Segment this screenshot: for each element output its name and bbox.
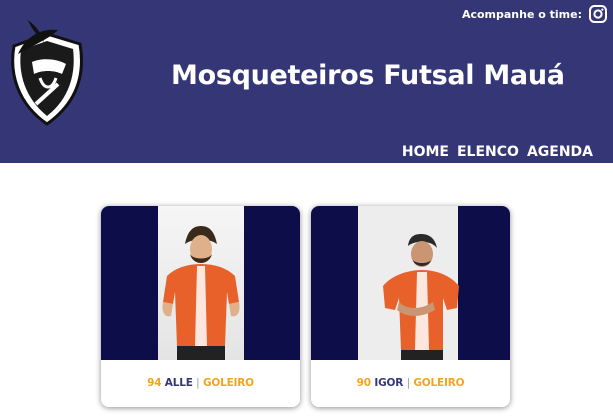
player-card[interactable]: 90 IGOR | GOLEIRO (311, 206, 510, 407)
player-caption: 90 IGOR | GOLEIRO (311, 360, 510, 407)
instagram-icon[interactable] (589, 5, 607, 23)
player-card[interactable]: 94 ALLE | GOLEIRO (101, 206, 300, 407)
caption-separator: | (406, 377, 411, 389)
caption-separator: | (196, 377, 200, 389)
player-caption: 94 ALLE | GOLEIRO (101, 360, 300, 407)
follow-label: Acompanhe o time: (461, 8, 582, 21)
nav-home[interactable]: HOME (402, 143, 449, 161)
main-nav: HOME ELENCO AGENDA (402, 143, 593, 161)
nav-elenco[interactable]: ELENCO (457, 143, 519, 161)
player-name: IGOR (374, 377, 404, 389)
player-name: ALLE (164, 377, 193, 389)
player-position: GOLEIRO (413, 377, 465, 389)
nav-agenda[interactable]: AGENDA (527, 143, 593, 161)
site-header: Acompanhe o time: Mosqueteiros Futsal Ma… (0, 0, 613, 163)
player-position: GOLEIRO (202, 377, 254, 389)
player-number: 90 (356, 377, 371, 389)
player-photo (101, 206, 300, 360)
player-number: 94 (147, 377, 162, 389)
team-logo[interactable] (6, 18, 88, 128)
site-title: Mosqueteiros Futsal Mauá (171, 60, 565, 91)
player-photo (311, 206, 510, 360)
